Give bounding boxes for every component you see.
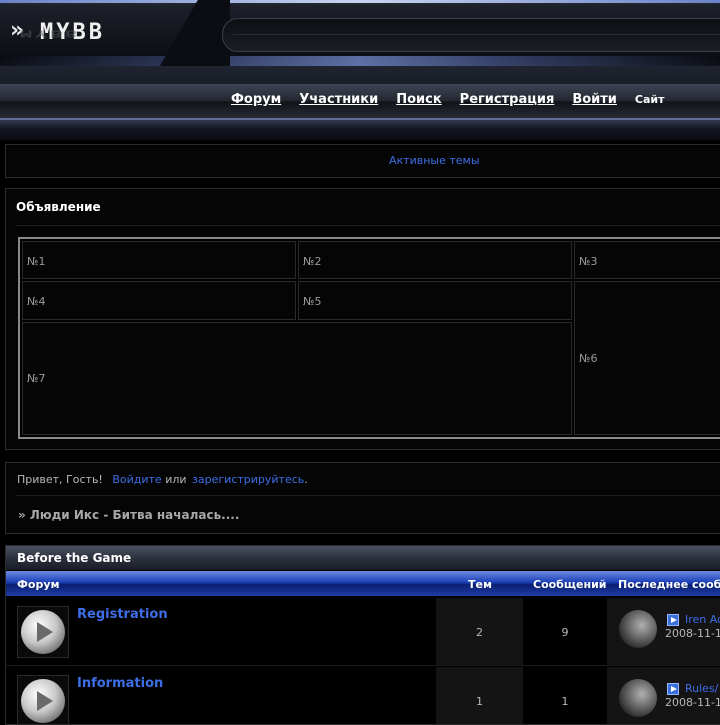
header-top-line [0, 0, 720, 3]
forum-row: Registration 2 9 Iren Ad 2008-11-1 [6, 598, 720, 666]
announcement-cell-1: №1 [22, 241, 296, 279]
category-title[interactable]: Before the Game [17, 551, 131, 565]
breadcrumb[interactable]: » Люди Икс - Битва началась.... [18, 508, 239, 522]
forum-status-icon [17, 675, 69, 724]
nav-members[interactable]: Участники [299, 92, 378, 107]
active-topics-box: Активные темы [5, 144, 720, 178]
topics-cell: 2 [436, 598, 523, 665]
announcement-cell-6: №6 [574, 281, 720, 435]
go-to-last-post-icon[interactable] [667, 614, 679, 626]
column-last-post: Последнее сооб [618, 578, 720, 591]
topics-count: 1 [476, 695, 483, 708]
welcome-text: Привет, Гость! Войдите или зарегистрируй… [17, 473, 308, 486]
nav-register[interactable]: Регистрация [460, 92, 555, 107]
announcement-cell-5: №5 [298, 281, 572, 320]
avatar [619, 679, 657, 717]
announcement-cell-3: №3 [574, 241, 720, 279]
play-icon [21, 679, 65, 723]
forum-status-icon [17, 606, 69, 658]
play-icon [21, 610, 65, 654]
column-header-row: Форум Тем Сообщений Последнее сооб [6, 571, 720, 596]
logo-reflection: MYBB [20, 28, 81, 40]
greeting: Привет, Гость! [17, 473, 103, 486]
forum-row: Information 1 1 Rules/ 2008-11-1 [6, 667, 720, 724]
announcement-cell-7: №7 [22, 322, 572, 435]
announcement-title: Объявление [16, 200, 101, 214]
nav-site[interactable]: Сайт [635, 93, 665, 107]
logo-chevrons: » [10, 18, 24, 43]
announcement-box: Объявление №1 №2 №3 №4 №5 №6 №7 [5, 188, 720, 450]
header-search-bar [222, 18, 720, 52]
nav-forum[interactable]: Форум [231, 92, 281, 107]
posts-count: 9 [561, 626, 569, 639]
announcement-cell-4: №4 [22, 281, 296, 320]
announcement-cell-2: №2 [298, 241, 572, 279]
column-forum: Форум [17, 578, 60, 591]
last-post-date: 2008-11-1 [665, 696, 720, 709]
announcement-table: №1 №2 №3 №4 №5 №6 №7 [18, 237, 720, 439]
topics-cell: 1 [436, 667, 523, 724]
last-post-link[interactable]: Iren Ad [685, 613, 720, 626]
last-post-cell: Rules/ 2008-11-1 [607, 667, 720, 724]
last-post-cell: Iren Ad 2008-11-1 [607, 598, 720, 665]
topics-count: 2 [476, 626, 483, 639]
forum-table: Before the Game Форум Тем Сообщений Посл… [5, 545, 720, 725]
last-post-date: 2008-11-1 [665, 627, 720, 640]
divider [16, 495, 720, 496]
main-navigation: Форум Участники Поиск Регистрация Войти … [0, 84, 720, 118]
or-text: или [165, 473, 187, 486]
forum-name-link[interactable]: Registration [77, 607, 168, 622]
welcome-box: Привет, Гость! Войдите или зарегистрируй… [5, 462, 720, 534]
login-link[interactable]: Войдите [112, 473, 161, 486]
divider [16, 225, 720, 226]
header-sub-bar [0, 118, 720, 140]
go-to-last-post-icon[interactable] [667, 683, 679, 695]
category-header: Before the Game [6, 546, 720, 570]
forum-name-link[interactable]: Information [77, 676, 163, 691]
column-posts: Сообщений [533, 578, 607, 591]
nav-search[interactable]: Поиск [396, 92, 441, 107]
register-link[interactable]: зарегистрируйтесь [192, 473, 304, 486]
posts-count: 1 [561, 695, 569, 708]
avatar [619, 610, 657, 648]
active-topics-link[interactable]: Активные темы [389, 154, 480, 167]
column-topics: Тем [468, 578, 492, 591]
last-post-link[interactable]: Rules/ [685, 682, 718, 695]
nav-login[interactable]: Войти [572, 92, 617, 107]
period: . [304, 473, 308, 486]
mybb-logo[interactable]: » MYBB MYBB [10, 18, 180, 58]
